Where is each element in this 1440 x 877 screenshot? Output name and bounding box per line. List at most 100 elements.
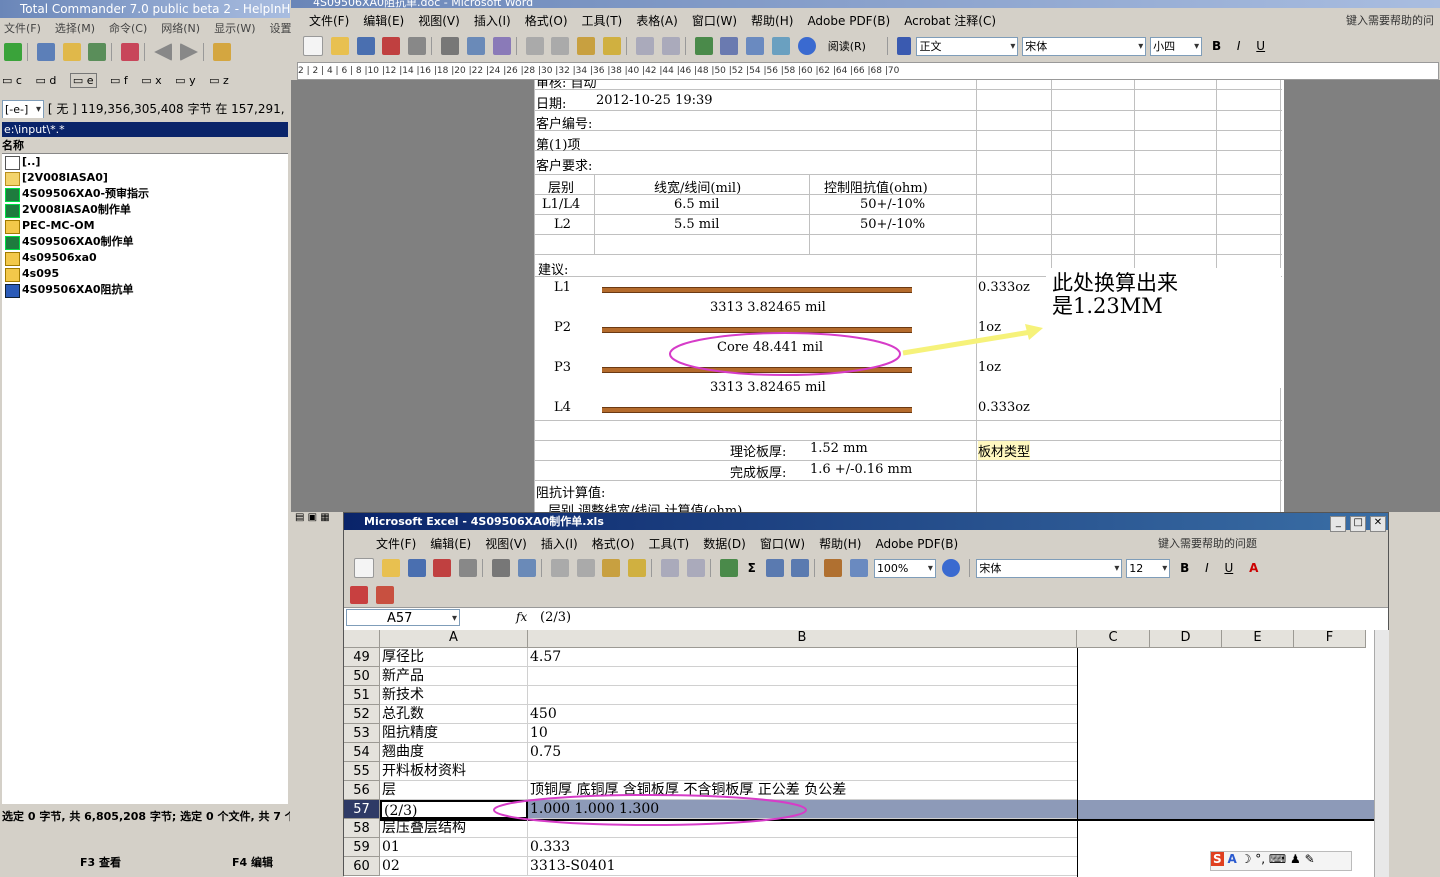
new-doc-icon[interactable] xyxy=(303,36,323,56)
print-preview-icon[interactable] xyxy=(492,559,511,577)
ime-settings-icon[interactable]: ✎ xyxy=(1305,852,1315,866)
convert-to-pdf-icon[interactable] xyxy=(350,586,368,604)
format-painter-icon[interactable] xyxy=(628,559,647,577)
tc-menu-show[interactable]: 显示(W) xyxy=(214,22,255,35)
help-icon[interactable] xyxy=(797,37,816,55)
tc-menu-command[interactable]: 命令(C) xyxy=(109,22,147,35)
zoom-combo[interactable]: 100% xyxy=(873,558,936,578)
italic-button[interactable]: I xyxy=(1237,39,1241,53)
bold-button[interactable]: B xyxy=(1212,39,1221,53)
ime-keyboard-icon[interactable]: ⌨ xyxy=(1269,852,1286,866)
drive-y-button[interactable]: ▭ y xyxy=(175,74,195,87)
underline-button[interactable]: U xyxy=(1224,561,1233,575)
back-arrow-icon[interactable] xyxy=(154,43,173,61)
paste-icon[interactable] xyxy=(577,37,596,55)
font-size-combo[interactable]: 小四 xyxy=(1150,36,1203,56)
tc-menu-select[interactable]: 选择(M) xyxy=(55,22,95,35)
print-preview-icon[interactable] xyxy=(441,37,460,55)
spelling-icon[interactable] xyxy=(466,37,485,55)
read-button[interactable]: 阅读(R) xyxy=(828,40,866,53)
font-size-combo[interactable]: 12 xyxy=(1126,558,1171,578)
permission-icon[interactable] xyxy=(382,37,401,55)
word-menu-adobe-pdf[interactable]: Adobe PDF(B) xyxy=(807,14,890,28)
copy-icon[interactable] xyxy=(576,559,595,577)
tc-menu-config[interactable]: 设置 xyxy=(270,22,292,35)
word-menu-file[interactable]: 文件(F) xyxy=(309,14,349,28)
style-combo[interactable]: 正文 xyxy=(916,36,1019,56)
autosum-icon[interactable]: Σ xyxy=(748,561,756,575)
excel-menu-tools[interactable]: 工具(T) xyxy=(649,537,690,551)
ime-user-icon[interactable]: ♟ xyxy=(1290,852,1301,866)
thumbnail-icon[interactable] xyxy=(88,43,107,61)
excel-menu-edit[interactable]: 编辑(E) xyxy=(430,537,471,551)
file-list-item[interactable]: 4S09506XA0-预审指示 xyxy=(2,186,288,202)
print-icon[interactable] xyxy=(408,37,427,55)
tc-file-list[interactable]: [..] [2V008IASA0] 4S09506XA0-预审指示 2V008IASA… xyxy=(2,154,288,804)
document-map-icon[interactable] xyxy=(772,37,791,55)
styles-icon[interactable] xyxy=(896,37,911,55)
excel-menu-view[interactable]: 视图(V) xyxy=(485,537,527,551)
tables-borders-icon[interactable] xyxy=(720,37,739,55)
ime-mode-icon[interactable]: A xyxy=(1227,852,1236,866)
tree-view-icon[interactable] xyxy=(62,43,81,61)
tc-menu-file[interactable]: 文件(F) xyxy=(4,22,41,35)
drive-x-button[interactable]: ▭ x xyxy=(141,74,161,87)
sogou-ime-icon[interactable]: S xyxy=(1211,852,1224,866)
select-icon[interactable] xyxy=(121,43,140,61)
maximize-button[interactable]: □ xyxy=(1350,516,1367,532)
cut-icon[interactable] xyxy=(550,559,569,577)
hyperlink-icon[interactable] xyxy=(719,559,738,577)
drive-c-button[interactable]: ▭ c xyxy=(2,74,22,87)
excel-menu-help[interactable]: 帮助(H) xyxy=(819,537,861,551)
word-menu-help[interactable]: 帮助(H) xyxy=(751,14,793,28)
file-list-item[interactable]: 2V008IASA0制作单 xyxy=(2,202,288,218)
save-icon[interactable] xyxy=(356,37,375,55)
drive-f-button[interactable]: ▭ f xyxy=(110,74,128,87)
file-list-item[interactable]: [..] xyxy=(2,154,288,170)
format-painter-icon[interactable] xyxy=(603,37,622,55)
word-ruler[interactable]: 2 | 2 | 4 | 6 | 8 |10 |12 |14 |16 |18 |2… xyxy=(297,62,1439,80)
font-combo[interactable]: 宋体 xyxy=(976,558,1123,578)
drive-e-button[interactable]: ▭ e xyxy=(69,73,97,88)
word-menu-view[interactable]: 视图(V) xyxy=(418,14,460,28)
drive-d-button[interactable]: ▭ d xyxy=(35,74,56,87)
ime-toolbar[interactable]: S A ☽ °, ⌨ ♟ ✎ xyxy=(1210,851,1352,871)
underline-button[interactable]: U xyxy=(1256,39,1265,53)
sort-ascending-icon[interactable] xyxy=(765,559,784,577)
bold-button[interactable]: B xyxy=(1180,561,1189,575)
vertical-scrollbar[interactable] xyxy=(1374,630,1389,877)
excel-menu-adobe-pdf[interactable]: Adobe PDF(B) xyxy=(875,537,958,551)
excel-menu-data[interactable]: 数据(D) xyxy=(703,537,746,551)
tc-column-name[interactable]: 名称 xyxy=(2,138,288,154)
copy-icon[interactable] xyxy=(551,37,570,55)
file-list-item[interactable]: [2V008IASA0] xyxy=(2,170,288,186)
save-icon[interactable] xyxy=(407,559,426,577)
undo-icon[interactable] xyxy=(661,559,680,577)
ime-moon-icon[interactable]: ☽ xyxy=(1241,852,1252,866)
ime-punct-icon[interactable]: °, xyxy=(1255,852,1265,866)
word-menu-window[interactable]: 窗口(W) xyxy=(692,14,737,28)
help-icon[interactable] xyxy=(941,559,960,577)
f3-view-button[interactable]: F3 查看 xyxy=(80,854,121,870)
excel-menu-window[interactable]: 窗口(W) xyxy=(760,537,805,551)
cut-icon[interactable] xyxy=(525,37,544,55)
f4-edit-button[interactable]: F4 编辑 xyxy=(232,854,273,870)
font-combo[interactable]: 宋体 xyxy=(1022,36,1147,56)
file-list-item[interactable]: 4s09506xa0 xyxy=(2,250,288,266)
function-icon[interactable]: fx xyxy=(516,610,527,624)
word-menu-edit[interactable]: 编辑(E) xyxy=(363,14,404,28)
permission-icon[interactable] xyxy=(433,559,452,577)
forward-arrow-icon[interactable] xyxy=(179,43,198,61)
font-color-icon[interactable]: A xyxy=(1249,561,1258,575)
tc-menu-net[interactable]: 网络(N) xyxy=(161,22,200,35)
print-icon[interactable] xyxy=(459,559,478,577)
redo-icon[interactable] xyxy=(686,559,705,577)
hyperlink-icon[interactable] xyxy=(694,37,713,55)
refresh-icon[interactable] xyxy=(4,43,22,61)
undo-icon[interactable] xyxy=(635,37,654,55)
close-button[interactable]: ✕ xyxy=(1370,516,1386,532)
excel-menu-insert[interactable]: 插入(I) xyxy=(541,537,578,551)
file-list-item[interactable]: 4S09506XA0制作单 xyxy=(2,234,288,250)
research-icon[interactable] xyxy=(492,37,511,55)
italic-button[interactable]: I xyxy=(1205,561,1209,575)
